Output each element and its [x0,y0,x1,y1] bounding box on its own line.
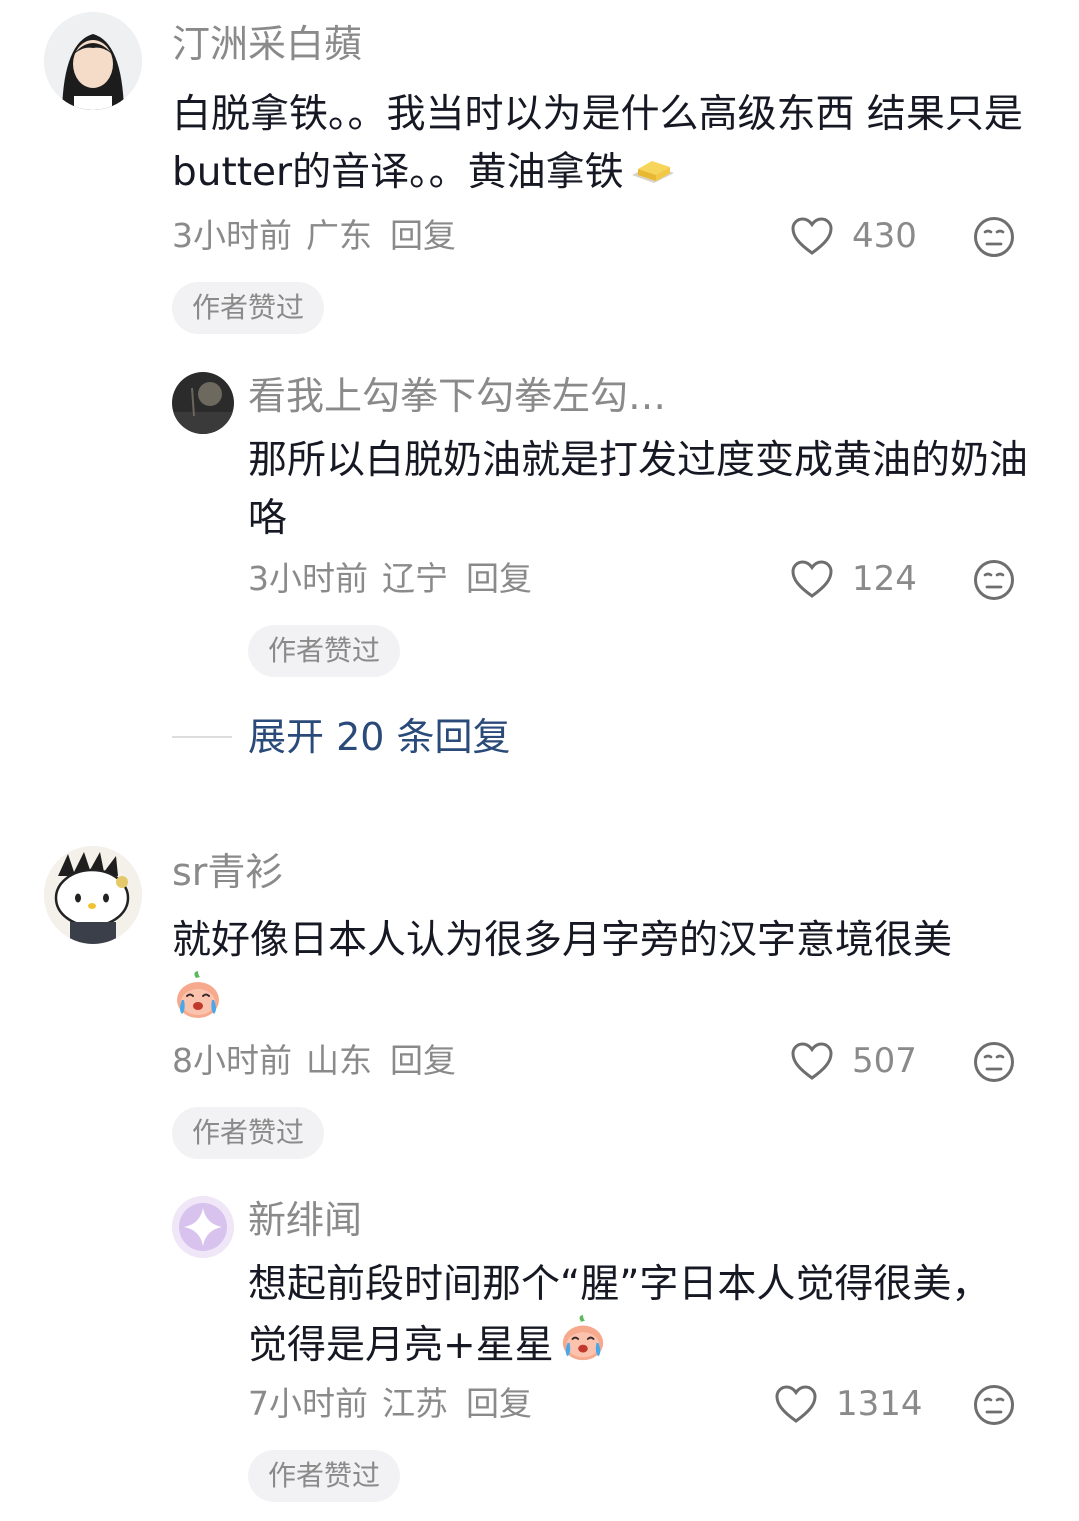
reply-meta: 7小时前 江苏 回复 [248,1382,546,1426]
meh-face-icon [974,1385,1014,1425]
reply-username[interactable]: 看我上勾拳下勾拳左勾… [248,372,666,420]
reply-avatar[interactable] [172,1196,234,1258]
crying-peach-emoji [558,1314,608,1381]
comment-location: 山东 [306,1041,372,1080]
like-button[interactable]: 1314 [774,1382,923,1426]
avatar[interactable] [44,12,142,110]
heart-outline-icon [791,217,833,255]
comment-text: 就好像日本人认为很多月字旁的汉字意境很美 [172,912,1032,1039]
expand-replies-button[interactable]: 展开 20 条回复 [172,712,511,762]
reply-time: 3小时前 [248,559,368,598]
comment-meta: 3小时前 广东 回复 [172,214,470,258]
heart-outline-icon [791,560,833,598]
reply-button[interactable]: 回复 [390,1041,456,1080]
reply-avatar[interactable] [172,372,234,434]
butter-emoji [628,146,676,204]
reply-location: 江苏 [382,1384,448,1423]
like-count: 124 [852,559,917,599]
meh-face-icon [974,217,1014,257]
divider [172,736,232,738]
comment-text: 白脱拿铁。。我当时以为是什么高级东西 结果只是butter的音译。。黄油拿铁 [172,86,1032,204]
like-count: 1314 [836,1384,923,1424]
reply-text: 那所以白脱奶油就是打发过度变成黄油的奶油咯 [248,438,1029,541]
reply-text: 想起前段时间那个“腥”字日本人觉得很美，觉得是月亮+星星 [248,1256,1028,1381]
heart-outline-icon [775,1385,817,1423]
comment-time: 8小时前 [172,1041,292,1080]
reply-button[interactable]: 回复 [466,559,532,598]
reply-location: 辽宁 [382,559,448,598]
dislike-button[interactable] [973,559,1015,605]
dislike-button[interactable] [973,1384,1015,1430]
reply-time: 7小时前 [248,1384,368,1423]
reply-button[interactable]: 回复 [390,216,456,255]
like-button[interactable]: 124 [790,557,917,601]
reply-username[interactable]: 新绯闻 [248,1196,362,1244]
comment-location: 广东 [306,216,372,255]
dislike-button[interactable] [973,216,1015,262]
meh-face-icon [974,1042,1014,1082]
author-liked-badge: 作者赞过 [172,1107,325,1159]
heart-outline-icon [791,1042,833,1080]
dislike-button[interactable] [973,1041,1015,1087]
reply-text-content: 想起前段时间那个“腥”字日本人觉得很美，觉得是月亮+星星 [248,1262,991,1368]
like-button[interactable]: 430 [790,214,917,258]
username[interactable]: 汀洲采白蘋 [172,20,362,68]
comment-time: 3小时前 [172,216,292,255]
reply-meta: 3小时前 辽宁 回复 [248,557,546,601]
comment-text-content: 白脱拿铁。。我当时以为是什么高级东西 结果只是butter的音译。。黄油拿铁 [172,92,1023,195]
like-count: 507 [852,1041,917,1081]
expand-replies-label[interactable]: 展开 20 条回复 [248,712,511,762]
like-button[interactable]: 507 [790,1039,917,1083]
author-liked-badge: 作者赞过 [172,282,325,334]
avatar[interactable] [44,846,142,944]
reply-button[interactable]: 回复 [466,1384,532,1423]
author-liked-badge: 作者赞过 [248,1450,401,1502]
comment-meta: 8小时前 山东 回复 [172,1039,470,1083]
like-count: 430 [852,216,917,256]
username[interactable]: sr青衫 [172,848,283,896]
meh-face-icon [974,560,1014,600]
comment-text-content: 就好像日本人认为很多月字旁的汉字意境很美 [172,918,953,963]
author-liked-badge: 作者赞过 [248,625,401,677]
crying-peach-emoji [172,970,224,1039]
